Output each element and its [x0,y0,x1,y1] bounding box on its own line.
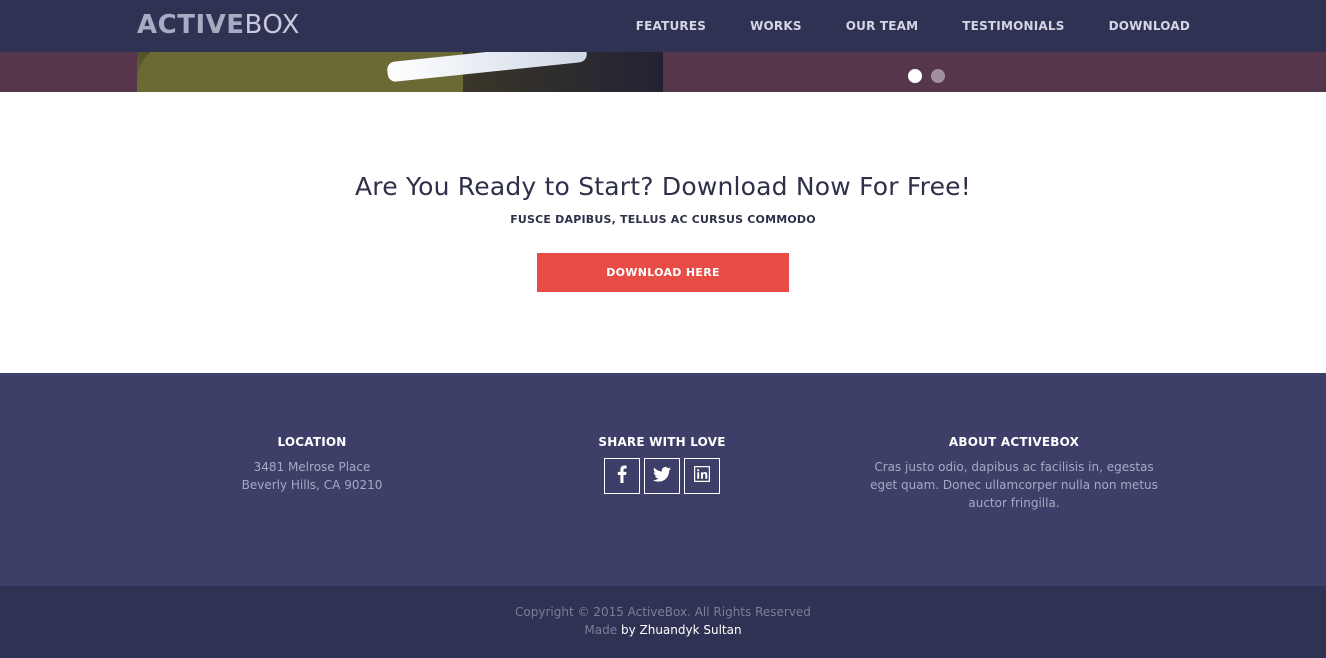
author-link[interactable]: by Zhuandyk Sultan [621,623,742,637]
nav-link-features[interactable]: FEATURES [636,19,706,33]
location-title: LOCATION [277,435,347,449]
address-line-1: 3481 Melrose Place [253,460,371,474]
made-prefix: Made [584,623,618,637]
twitter-button[interactable] [644,458,680,494]
facebook-icon [617,465,627,487]
social-links [562,458,762,494]
about-text: Cras justo odio, dapibus ac facilisis in… [870,460,1158,510]
linkedin-icon [693,465,711,486]
download-cta: Are You Ready to Start? Download Now For… [0,92,1326,373]
footer-location: LOCATION 3481 Melrose Place Beverly Hill… [212,435,412,494]
slider-dot-2[interactable] [931,69,945,83]
share-title: SHARE WITH LOVE [598,435,726,449]
copyright-text: Copyright © 2015 ActiveBox. All Rights R… [515,605,811,619]
linkedin-button[interactable] [684,458,720,494]
logo-light: BOX [244,10,300,40]
footer-share: SHARE WITH LOVE [562,435,762,494]
top-navbar: ACTIVEBOX FEATURES WORKS OUR TEAM TESTIM… [0,0,1326,52]
twitter-icon [653,466,671,486]
logo[interactable]: ACTIVEBOX [137,8,300,42]
cta-title: Are You Ready to Start? Download Now For… [355,172,971,201]
facebook-button[interactable] [604,458,640,494]
about-title: ABOUT ACTIVEBOX [948,435,1080,449]
nav-link-testimonials[interactable]: TESTIMONIALS [962,19,1064,33]
footer-about: ABOUT ACTIVEBOX Cras justo odio, dapibus… [862,435,1166,512]
download-here-button[interactable]: DOWNLOAD HERE [537,253,789,292]
nav-link-our-team[interactable]: OUR TEAM [846,19,919,33]
logo-bold: ACTIVE [137,10,245,40]
nav-link-works[interactable]: WORKS [750,19,802,33]
slider-dots [908,69,945,83]
made-by: Made by Zhuandyk Sultan [0,623,1326,637]
footer: LOCATION 3481 Melrose Place Beverly Hill… [0,373,1326,586]
slider-dot-1[interactable] [908,69,922,83]
cta-subtitle: FUSCE DAPIBUS, TELLUS AC CURSUS COMMODO [510,213,816,226]
address-line-2: Beverly Hills, CA 90210 [241,478,383,492]
bottom-bar: Copyright © 2015 ActiveBox. All Rights R… [0,586,1326,658]
nav-links: FEATURES WORKS OUR TEAM TESTIMONIALS DOW… [636,0,1190,52]
nav-link-download[interactable]: DOWNLOAD [1109,19,1190,33]
